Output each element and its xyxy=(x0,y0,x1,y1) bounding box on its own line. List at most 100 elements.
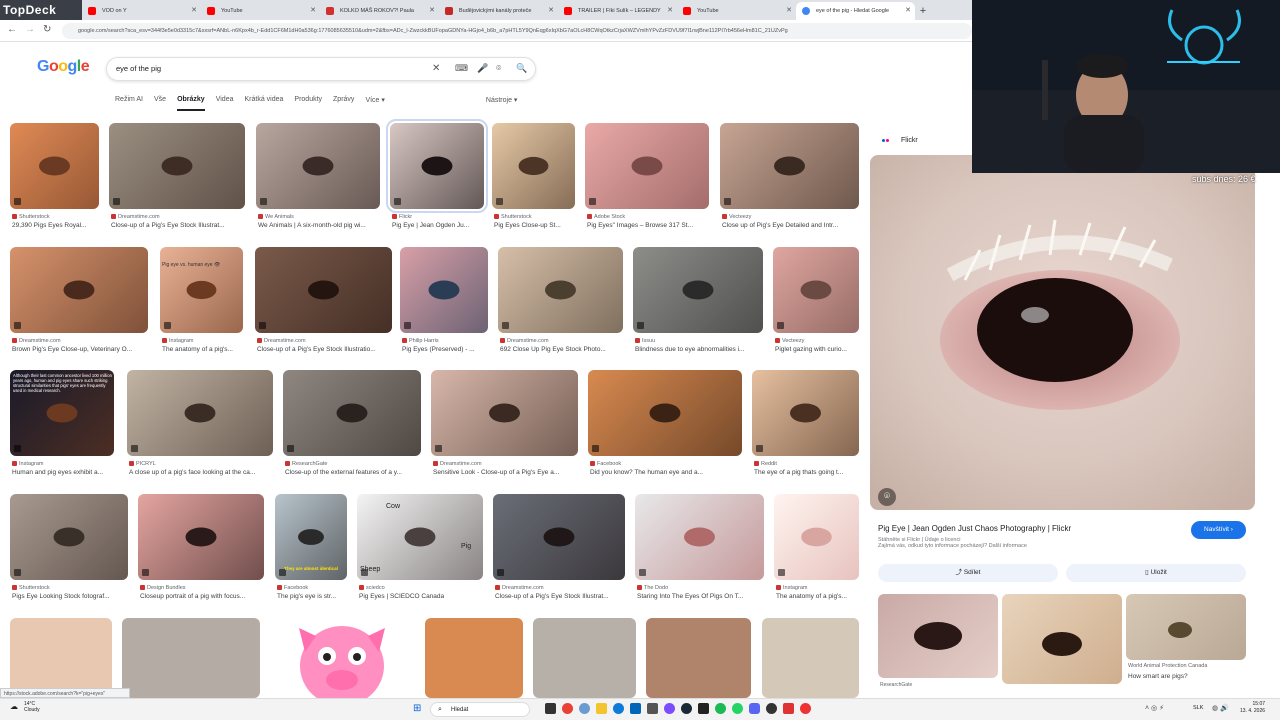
close-icon[interactable]: ✕ xyxy=(667,2,673,20)
save-button[interactable]: ▯ Uložit xyxy=(1066,564,1246,582)
close-icon[interactable]: ✕ xyxy=(786,2,792,20)
image-result[interactable] xyxy=(498,247,623,333)
chrome-icon[interactable] xyxy=(562,703,573,714)
clock[interactable]: 15:07 13. 4. 2026 xyxy=(1240,701,1265,715)
image-result[interactable] xyxy=(400,247,488,333)
image-result[interactable] xyxy=(492,123,575,209)
result-caption[interactable]: Dreamstime.com Close-up of a Pig's Eye St… xyxy=(257,337,394,355)
steam-icon[interactable] xyxy=(681,703,692,714)
back-icon[interactable]: ← xyxy=(7,24,17,35)
language-indicator[interactable]: SLK xyxy=(1193,705,1203,711)
filter-videos[interactable]: Videa xyxy=(216,96,234,111)
image-result[interactable] xyxy=(493,494,625,580)
search-input[interactable]: eye of the pig xyxy=(116,64,161,73)
result-caption[interactable]: PICRYL A close up of a pig's face looking… xyxy=(129,460,275,478)
image-result[interactable] xyxy=(109,123,245,209)
app-icon[interactable] xyxy=(647,703,658,714)
new-tab-button[interactable]: + xyxy=(915,2,931,20)
url-bar[interactable]: google.com/search?sca_esv=344f3e5e0d3315… xyxy=(62,23,972,39)
result-caption[interactable]: ResearchGate Close-up of the external fea… xyxy=(285,460,423,478)
keyboard-icon[interactable]: ⌨ xyxy=(455,63,468,74)
image-result[interactable] xyxy=(10,247,148,333)
weather-widget[interactable]: 14°C Cloudy xyxy=(24,701,40,713)
result-caption[interactable]: The Dodo Staring Into The Eyes Of Pigs On… xyxy=(637,584,766,602)
browser-tab[interactable]: YouTube ✕ xyxy=(677,2,796,20)
filter-short-videos[interactable]: Krátká videa xyxy=(244,96,283,111)
filter-products[interactable]: Produkty xyxy=(294,96,322,111)
obs-icon[interactable] xyxy=(698,703,709,714)
result-caption[interactable]: Reddit The eye of a pig thats going t... xyxy=(754,460,861,478)
filter-all[interactable]: Vše xyxy=(154,96,166,111)
app-icon[interactable] xyxy=(664,703,675,714)
related-title[interactable]: How smart are pigs? xyxy=(1128,673,1188,680)
image-result[interactable] xyxy=(588,370,742,456)
image-result[interactable] xyxy=(774,494,859,580)
browser-tab[interactable]: KOLKO MÁŠ ROKOV?! Paula ✕ xyxy=(320,2,439,20)
result-caption[interactable]: Instagram Human and pig eyes exhibit a... xyxy=(12,460,116,478)
image-result[interactable] xyxy=(635,494,764,580)
image-result[interactable] xyxy=(283,370,421,456)
browser-tab-active[interactable]: eye of the pig - Hledat Google ✕ xyxy=(796,2,915,20)
panel-title[interactable]: Pig Eye | Jean Ogden Just Chaos Photogra… xyxy=(878,524,1071,533)
image-result[interactable] xyxy=(425,618,523,698)
tray-icons[interactable]: ˄ ◎ ⚡ xyxy=(1145,704,1164,712)
edge-icon[interactable] xyxy=(613,703,624,714)
image-result[interactable] xyxy=(138,494,264,580)
lens-icon[interactable]: ⌾ xyxy=(496,63,501,74)
image-result[interactable] xyxy=(10,618,112,698)
image-result[interactable] xyxy=(127,370,273,456)
browser-tab[interactable]: YouTube ✕ xyxy=(201,2,320,20)
panel-source[interactable]: Flickr xyxy=(901,137,918,144)
result-caption[interactable]: Issuu Blindness due to eye abnormalities … xyxy=(635,337,765,355)
close-icon[interactable]: ✕ xyxy=(905,2,911,20)
image-result[interactable] xyxy=(752,370,859,456)
close-icon[interactable]: ✕ xyxy=(429,2,435,20)
visit-button[interactable]: Navštívit › xyxy=(1191,521,1246,539)
reload-icon[interactable]: ↻ xyxy=(43,24,51,35)
app-icon[interactable] xyxy=(766,703,777,714)
result-caption[interactable]: Instagram The anatomy of a pig's... xyxy=(776,584,861,602)
filter-images[interactable]: Obrázky xyxy=(177,96,205,111)
app-icon[interactable] xyxy=(800,703,811,714)
search-icon[interactable]: 🔍 xyxy=(516,63,527,74)
image-result[interactable] xyxy=(431,370,578,456)
filter-ai-mode[interactable]: Režim AI xyxy=(115,96,143,111)
image-result[interactable] xyxy=(122,618,260,698)
result-caption[interactable]: Shutterstock Pigs Eye Looking Stock fotog… xyxy=(12,584,130,602)
app-icon[interactable] xyxy=(783,703,794,714)
whatsapp-icon[interactable] xyxy=(732,703,743,714)
result-caption[interactable]: Philip Harris Pig Eyes (Preserved) - ... xyxy=(402,337,490,355)
image-result[interactable] xyxy=(256,123,380,209)
image-result[interactable] xyxy=(271,618,414,698)
close-icon[interactable]: ✕ xyxy=(548,2,554,20)
discord-icon[interactable] xyxy=(749,703,760,714)
app-icon[interactable] xyxy=(579,703,590,714)
search-box[interactable]: eye of the pig ✕ ⌨ 🎤 ⌾ 🔍 xyxy=(106,57,536,81)
image-result[interactable] xyxy=(160,247,243,333)
image-result[interactable] xyxy=(10,494,128,580)
clear-icon[interactable]: ✕ xyxy=(432,63,440,74)
filter-more[interactable]: Více ▾ xyxy=(365,96,384,111)
image-result[interactable] xyxy=(255,247,392,333)
related-image[interactable] xyxy=(1126,594,1246,660)
result-caption[interactable]: Vecteezy Close up of Pig's Eye Detailed a… xyxy=(722,213,861,231)
related-image[interactable] xyxy=(1002,594,1122,684)
result-caption[interactable]: Dreamstime.com Brown Pig's Eye Close-up, … xyxy=(12,337,150,355)
image-result[interactable] xyxy=(773,247,859,333)
result-caption[interactable]: Shutterstock Pig Eyes Close-up St... xyxy=(494,213,577,231)
result-caption[interactable]: Dreamstime.com Sensitive Look - Close-up … xyxy=(433,460,580,478)
result-caption[interactable]: Dreamstime.com 692 Close Up Pig Eye Stock… xyxy=(500,337,625,355)
result-caption[interactable]: We Animals We Animals | A six-month-old p… xyxy=(258,213,382,231)
mic-icon[interactable]: 🎤 xyxy=(477,63,488,74)
share-button[interactable]: ⤴ Sdílet xyxy=(878,564,1058,582)
mail-icon[interactable] xyxy=(630,703,641,714)
taskview-icon[interactable] xyxy=(545,703,556,714)
result-caption[interactable]: sciedco Pig Eyes | SCIEDCO Canada xyxy=(359,584,485,602)
result-caption[interactable]: Flickr Pig Eye | Jean Ogden Ju... xyxy=(392,213,486,231)
image-result[interactable] xyxy=(633,247,763,333)
related-image[interactable] xyxy=(878,594,998,678)
result-caption[interactable]: Vecteezy Piglet gazing with curio... xyxy=(775,337,861,355)
preview-image[interactable] xyxy=(870,155,1255,510)
forward-icon[interactable]: → xyxy=(25,24,35,35)
image-result[interactable] xyxy=(646,618,751,698)
